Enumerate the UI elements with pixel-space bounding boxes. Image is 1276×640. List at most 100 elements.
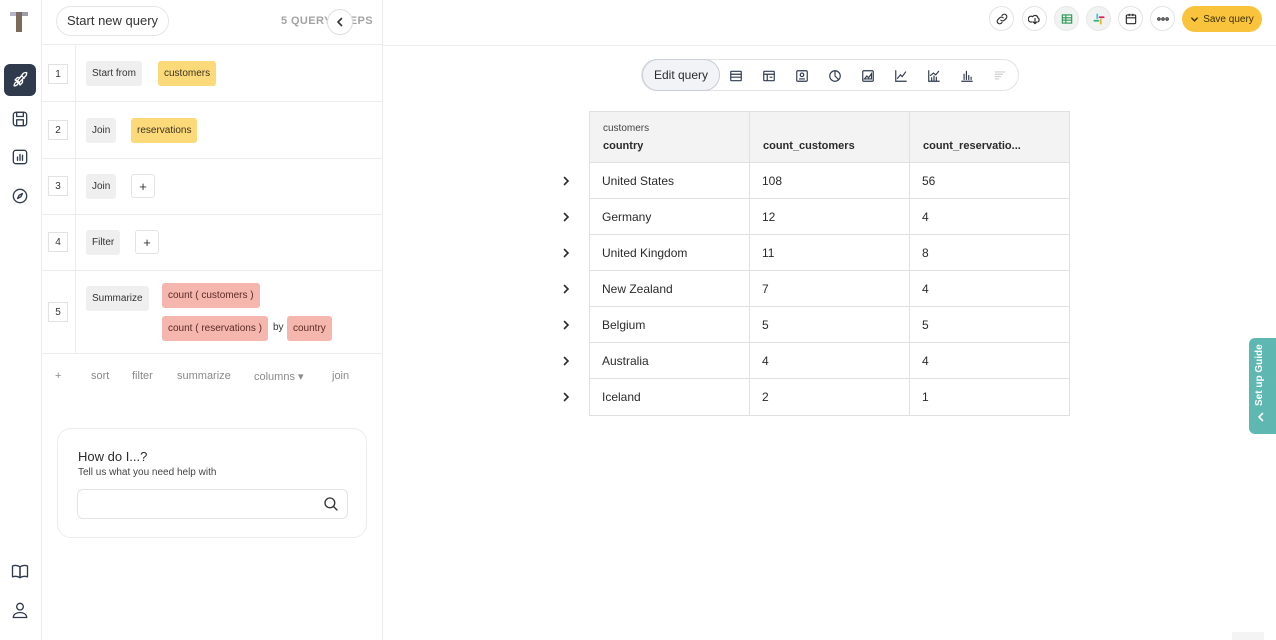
group-by-chip-country[interactable]: country: [287, 316, 332, 341]
bar-icon: [961, 70, 973, 82]
add-step-button[interactable]: +: [55, 370, 61, 382]
query-step-3: 3 Join +: [42, 159, 383, 215]
collapse-panel-button[interactable]: [327, 9, 353, 35]
step-action-join[interactable]: Join: [86, 118, 117, 143]
step-action-join[interactable]: Join: [86, 174, 117, 199]
schedule-button[interactable]: [1118, 6, 1143, 31]
chevron-left-icon: [337, 17, 343, 27]
column-header-count-reservations[interactable]: count_reservatio...: [910, 112, 1069, 163]
viz-line-button[interactable]: [889, 64, 913, 88]
step-action-summarize[interactable]: Summarize: [86, 286, 149, 311]
table-cell: Australia: [590, 343, 750, 379]
column-header-count-customers[interactable]: count_customers: [750, 112, 910, 163]
summarize-action[interactable]: summarize: [177, 370, 231, 382]
aggregate-chip-count-customers[interactable]: count ( customers ): [162, 283, 260, 308]
step-number: 4: [48, 232, 68, 252]
viz-pivot-button[interactable]: [757, 64, 781, 88]
table-cell: 108: [750, 163, 910, 199]
link-icon: [996, 13, 1007, 24]
rocket-icon: [13, 71, 28, 87]
column-header-country[interactable]: customers country: [590, 112, 750, 163]
filter-action[interactable]: filter: [132, 370, 153, 382]
column-header-label: count_reservatio...: [923, 140, 1021, 152]
chevron-right-icon: [563, 248, 570, 258]
chevron-down-icon: [1191, 16, 1199, 22]
start-new-query-button[interactable]: Start new query: [56, 6, 170, 36]
row-expand-button[interactable]: [559, 354, 573, 368]
save-icon: [12, 111, 28, 127]
kpi-icon: [796, 70, 808, 82]
table-cell: United States: [590, 163, 750, 199]
row-expand-button[interactable]: [559, 174, 573, 188]
edit-query-button[interactable]: Edit query: [642, 59, 720, 91]
calendar-icon: [1125, 13, 1136, 24]
row-expand-button[interactable]: [559, 246, 573, 260]
copy-link-button[interactable]: [989, 6, 1014, 31]
row-expand-button[interactable]: [559, 210, 573, 224]
viz-table-button[interactable]: [724, 64, 748, 88]
slack-button[interactable]: [1086, 6, 1111, 31]
corner-widget: [1232, 632, 1264, 640]
viz-pie-button[interactable]: [823, 64, 847, 88]
columns-action[interactable]: columns ▾: [254, 370, 304, 383]
help-card: How do I...? Tell us what you need help …: [57, 428, 367, 538]
viz-combo-button[interactable]: [922, 64, 946, 88]
table-cell: 56: [922, 174, 936, 188]
step-number: 2: [48, 120, 68, 140]
top-toolbar: Save query: [383, 0, 1276, 46]
table-cell: Iceland: [590, 379, 750, 415]
row-expand-button[interactable]: [559, 318, 573, 332]
table-cell: 1: [922, 390, 929, 404]
join-action[interactable]: join: [332, 370, 349, 382]
search-icon[interactable]: [322, 495, 340, 513]
step-add-button[interactable]: +: [135, 230, 159, 254]
more-options-button[interactable]: [1150, 6, 1175, 31]
results-table: customers country count_customers count_…: [589, 111, 1070, 416]
table-cell: 2: [750, 379, 910, 415]
app-logo[interactable]: [8, 10, 30, 34]
nav-docs-button[interactable]: [4, 555, 36, 587]
step-actions-row: + sort filter summarize columns ▾ join: [42, 370, 383, 392]
help-search-input[interactable]: [77, 489, 348, 519]
aggregate-chip-count-reservations[interactable]: count ( reservations ): [162, 316, 268, 341]
chart-icon: [12, 149, 28, 165]
step-table-chip[interactable]: customers: [158, 61, 217, 86]
user-icon: [12, 602, 28, 619]
row-expand-button[interactable]: [559, 390, 573, 404]
sort-action[interactable]: sort: [91, 370, 109, 382]
viz-kpi-button[interactable]: [790, 64, 814, 88]
slack-icon: [1092, 12, 1105, 25]
table-cell: New Zealand: [590, 271, 750, 307]
nav-profile-button[interactable]: [4, 594, 36, 626]
query-step-4: 4 Filter +: [42, 215, 383, 271]
download-button[interactable]: [1022, 6, 1047, 31]
book-icon: [11, 564, 29, 579]
viz-area-button[interactable]: [856, 64, 880, 88]
column-source-label: customers: [603, 123, 650, 134]
combo-icon: [928, 70, 940, 82]
google-sheets-button[interactable]: [1054, 6, 1079, 31]
step-add-button[interactable]: +: [131, 174, 155, 198]
nav-queries-button[interactable]: [4, 64, 36, 96]
row-expand-button[interactable]: [559, 282, 573, 296]
step-table-chip[interactable]: reservations: [131, 118, 198, 143]
chevron-left-icon: [1257, 412, 1264, 422]
chevron-right-icon: [563, 212, 570, 222]
chevron-right-icon: [563, 176, 570, 186]
column-header-label: country: [603, 140, 644, 152]
column-header-label: count_customers: [763, 140, 855, 152]
step-number: 3: [48, 176, 68, 196]
step-action-filter[interactable]: Filter: [86, 230, 121, 255]
help-title: How do I...?: [78, 449, 148, 464]
nav-explore-button[interactable]: [4, 180, 36, 212]
setup-guide-tab[interactable]: Set up Guide: [1249, 338, 1276, 434]
viz-bar-button[interactable]: [955, 64, 979, 88]
viz-funnel-button[interactable]: [988, 64, 1012, 88]
table-cell: 11: [750, 235, 910, 271]
step-divider: [75, 215, 76, 270]
save-query-button[interactable]: Save query: [1182, 6, 1262, 32]
group-by-label: by: [273, 322, 284, 333]
nav-saved-button[interactable]: [4, 103, 36, 135]
nav-dashboards-button[interactable]: [4, 141, 36, 173]
step-action-start-from[interactable]: Start from: [86, 61, 142, 86]
